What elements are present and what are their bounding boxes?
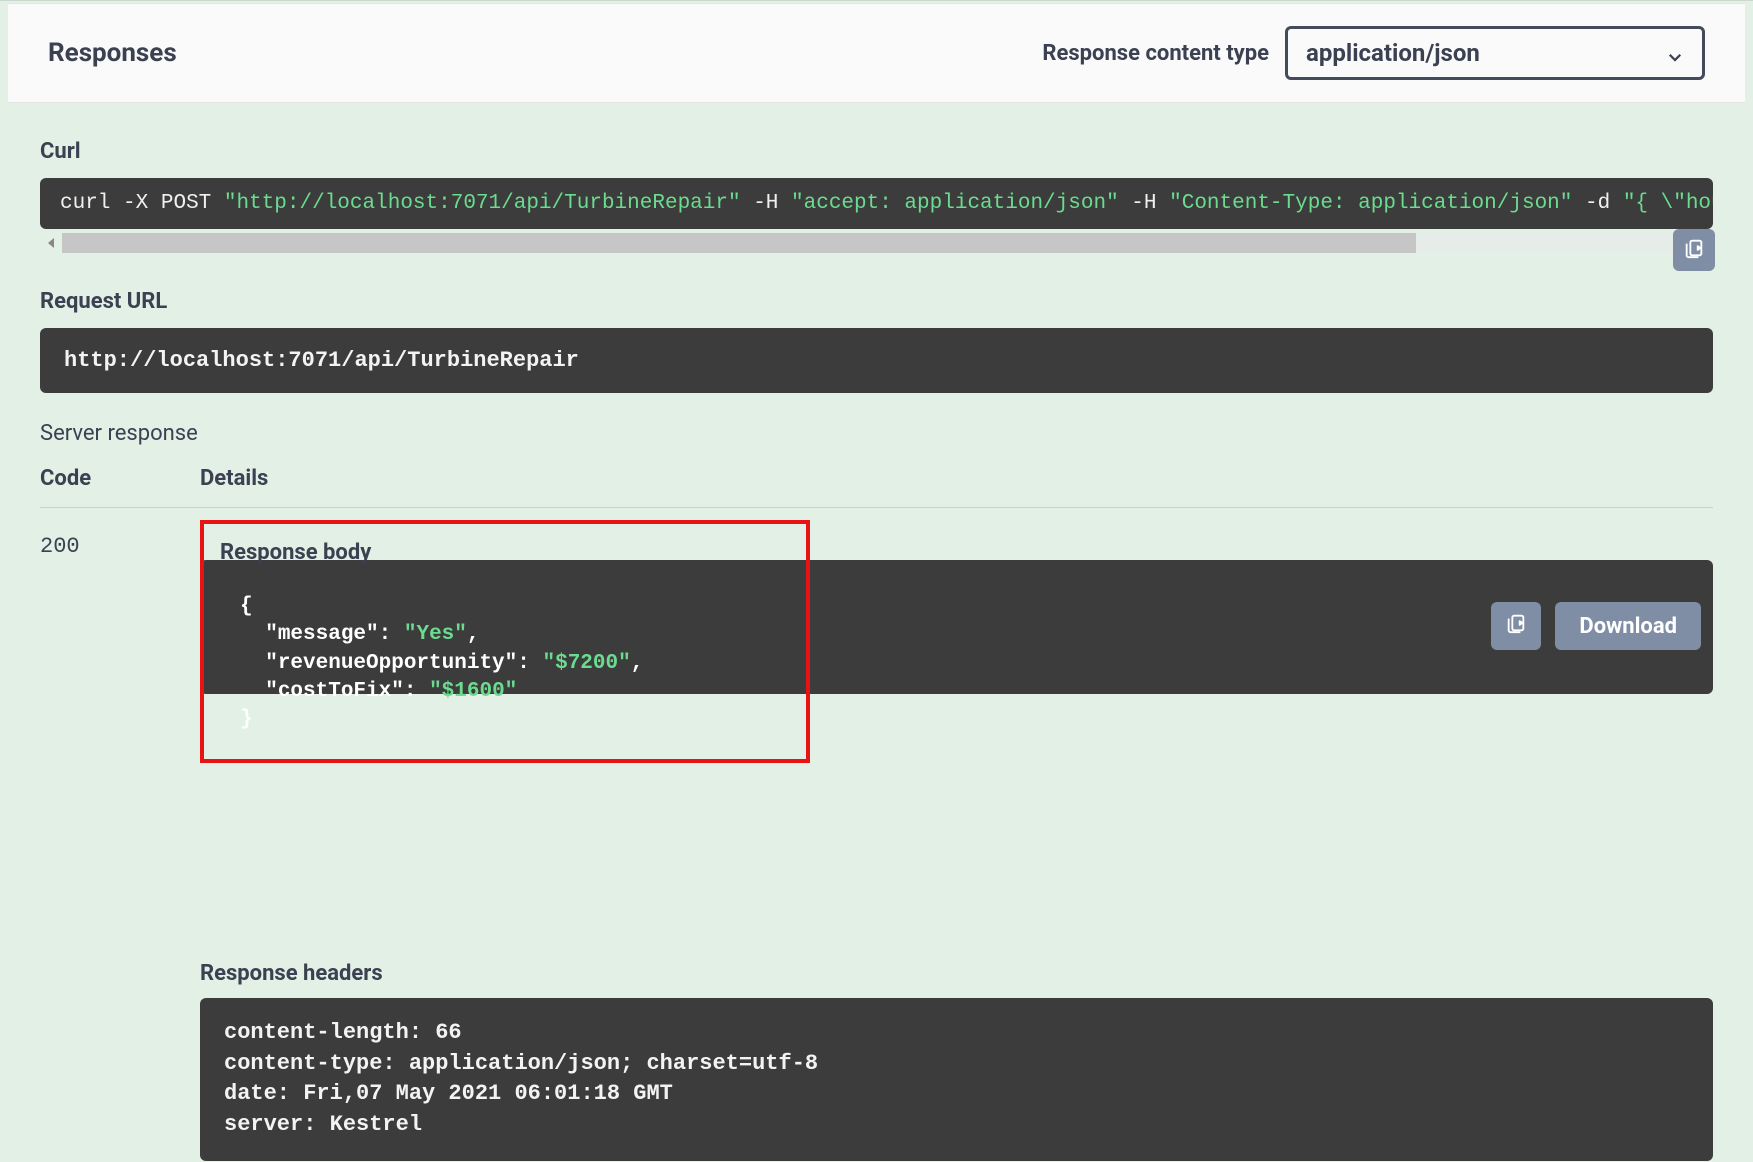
response-body-outer: Response body { "message": "Yes", "reven…: [200, 520, 1713, 763]
column-code-header: Code: [40, 466, 200, 491]
curl-h1-val: "accept: application/json": [791, 192, 1119, 215]
column-details-header: Details: [200, 466, 268, 491]
curl-h2-val: "Content-Type: application/json": [1169, 192, 1572, 215]
chevron-down-icon: [1666, 44, 1684, 62]
responses-header-bar: Responses Response content type applicat…: [8, 3, 1745, 103]
details-cell: Response body { "message": "Yes", "reven…: [200, 530, 1713, 1161]
response-headers-label: Response headers: [200, 961, 1713, 986]
curl-url: "http://localhost:7071/api/TurbineRepair…: [224, 192, 741, 215]
curl-block-wrap: curl -X POST "http://localhost:7071/api/…: [40, 178, 1713, 253]
scroll-track[interactable]: [62, 233, 1713, 253]
curl-d-val: "{ \"hours\":: [1623, 192, 1713, 215]
status-code: 200: [40, 530, 200, 1161]
response-body-label: Response body: [220, 540, 790, 565]
curl-method-flag: -X: [123, 192, 148, 215]
content-type-label: Response content type: [1042, 41, 1269, 66]
copy-curl-button[interactable]: [1673, 229, 1715, 271]
responses-title: Responses: [48, 38, 177, 68]
curl-d-flag: -d: [1585, 192, 1610, 215]
table-row: 200 Response body { "message": "Yes", "r…: [40, 508, 1713, 1161]
content-type-group: Response content type application/json: [1042, 26, 1705, 80]
response-body-json: { "message": "Yes", "revenueOpportunity"…: [220, 577, 790, 751]
server-response-label: Server response: [40, 421, 1713, 446]
clipboard-icon: [1505, 612, 1527, 640]
copy-body-button[interactable]: [1491, 602, 1541, 650]
scroll-thumb[interactable]: [62, 233, 1416, 253]
request-url-label: Request URL: [40, 289, 1713, 314]
scroll-left-arrow-icon[interactable]: [40, 233, 62, 253]
curl-label: Curl: [40, 139, 1713, 164]
content-type-select[interactable]: application/json: [1285, 26, 1705, 80]
content-type-value: application/json: [1306, 39, 1480, 67]
highlight-annotation: Response body { "message": "Yes", "reven…: [200, 520, 810, 763]
response-body-actions: Download: [1491, 602, 1701, 650]
download-button[interactable]: Download: [1555, 602, 1701, 650]
response-headers-block[interactable]: content-length: 66 content-type: applica…: [200, 998, 1713, 1161]
curl-command-block[interactable]: curl -X POST "http://localhost:7071/api/…: [40, 178, 1713, 229]
curl-h1-flag: -H: [753, 192, 778, 215]
curl-method: POST: [161, 192, 211, 215]
curl-h2-flag: -H: [1131, 192, 1156, 215]
curl-cmd: curl: [60, 192, 110, 215]
response-table-header: Code Details: [40, 466, 1713, 508]
curl-horizontal-scrollbar[interactable]: [40, 233, 1713, 253]
request-url-block[interactable]: http://localhost:7071/api/TurbineRepair: [40, 328, 1713, 393]
clipboard-icon: [1683, 237, 1705, 263]
